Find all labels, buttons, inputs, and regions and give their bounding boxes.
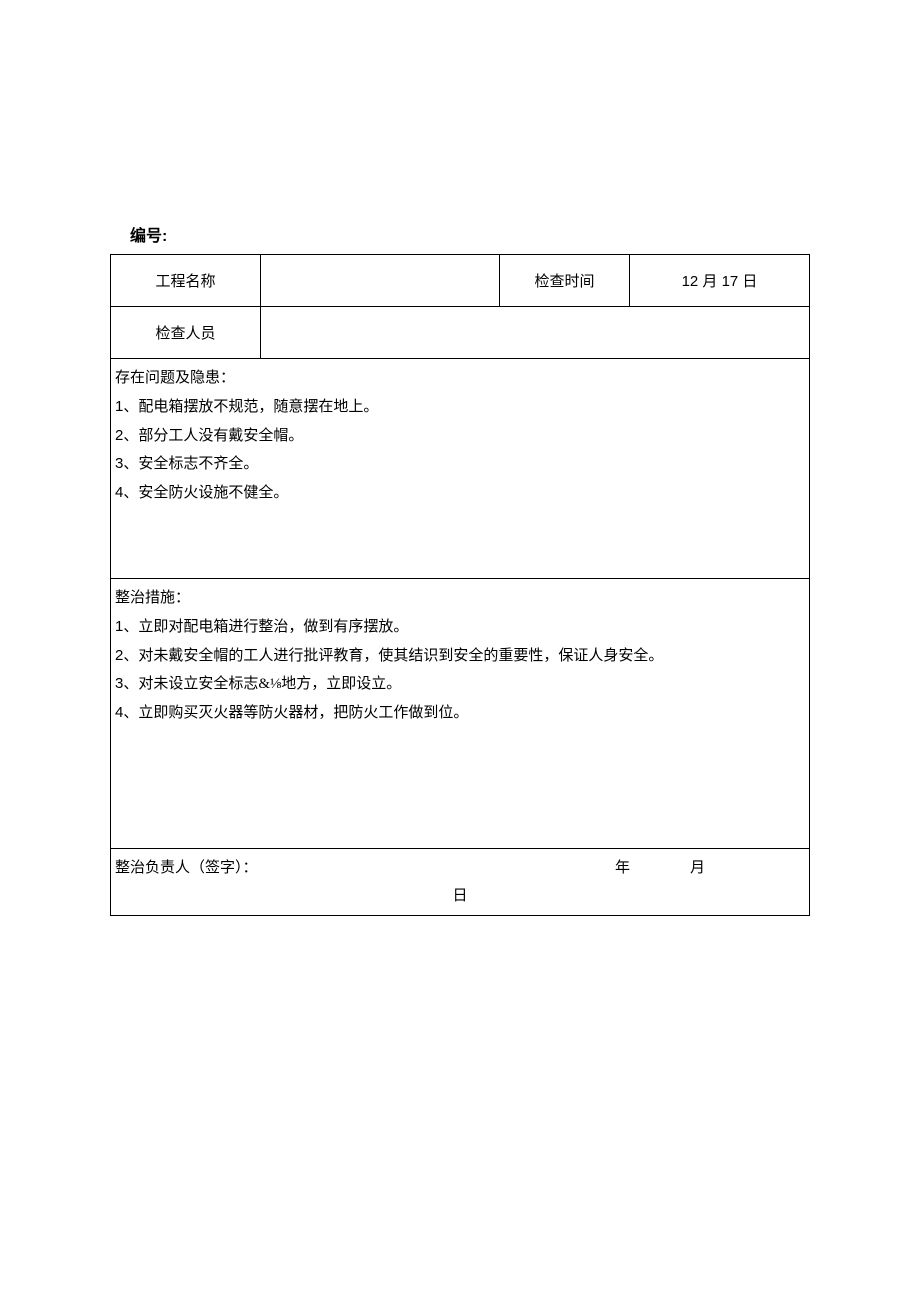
day-label: 日 [452,888,467,904]
project-name-value [261,255,500,307]
row-project-info: 工程名称 检查时间 12 月 17 日 [111,255,810,307]
issue-item: 1、配电箱摆放不规范，随意摆在地上。 [115,393,805,422]
measure-item: 3、对未设立安全标志&⅛地方，立即设立。 [115,670,805,699]
measures-section: 整治措施： 1、立即对配电箱进行整治，做到有序摆放。 2、对未戴安全帽的工人进行… [111,579,810,849]
measure-text: 、对未设立安全标志&⅛地方，立即设立。 [123,676,401,692]
year-label: 年 [615,855,630,883]
measure-item: 4、立即购买灭火器等防火器材，把防火工作做到位。 [115,699,805,728]
check-time-label: 检查时间 [500,255,630,307]
row-issues: 存在问题及隐患： 1、配电箱摆放不规范，随意摆在地上。 2、部分工人没有戴安全帽… [111,359,810,579]
serial-number-label: 编号: [130,222,810,246]
measure-item: 1、立即对配电箱进行整治，做到有序摆放。 [115,613,805,642]
row-signature: 整治负责人（签字）： 年 月 日 [111,849,810,916]
issue-text: 、配电箱摆放不规范，随意摆在地上。 [123,399,378,415]
inspector-label: 检查人员 [111,307,261,359]
measure-text: 、对未戴安全帽的工人进行批评教育，使其结识到安全的重要性，保证人身安全。 [123,648,663,664]
issue-text: 、部分工人没有戴安全帽。 [123,428,303,444]
signature-line-1: 整治负责人（签字）： 年 月 [115,855,805,881]
row-inspector: 检查人员 [111,307,810,359]
signature-line-2: 日 [115,883,805,911]
check-time-value: 12 月 17 日 [630,255,810,307]
inspector-value [261,307,810,359]
issue-item: 2、部分工人没有戴安全帽。 [115,422,805,451]
issue-item: 3、安全标志不齐全。 [115,450,805,479]
document-container: 编号: 工程名称 检查时间 12 月 17 日 检查人员 存在问题及隐患： 1、… [110,222,810,916]
issues-title: 存在问题及隐患： [115,365,805,393]
measures-title: 整治措施： [115,585,805,613]
measure-item: 2、对未戴安全帽的工人进行批评教育，使其结识到安全的重要性，保证人身安全。 [115,642,805,671]
month-label: 月 [690,855,705,883]
row-measures: 整治措施： 1、立即对配电箱进行整治，做到有序摆放。 2、对未戴安全帽的工人进行… [111,579,810,849]
issue-text: 、安全防火设施不健全。 [123,485,288,501]
issue-text: 、安全标志不齐全。 [123,456,258,472]
inspection-form-table: 工程名称 检查时间 12 月 17 日 检查人员 存在问题及隐患： 1、配电箱摆… [110,254,810,916]
signature-section: 整治负责人（签字）： 年 月 日 [111,849,810,916]
project-name-label: 工程名称 [111,255,261,307]
measure-text: 、立即对配电箱进行整治，做到有序摆放。 [123,619,408,635]
issue-item: 4、安全防火设施不健全。 [115,479,805,508]
measure-text: 、立即购买灭火器等防火器材，把防火工作做到位。 [123,705,468,721]
issues-section: 存在问题及隐患： 1、配电箱摆放不规范，随意摆在地上。 2、部分工人没有戴安全帽… [111,359,810,579]
responsible-person-label: 整治负责人（签字）： [115,855,258,883]
